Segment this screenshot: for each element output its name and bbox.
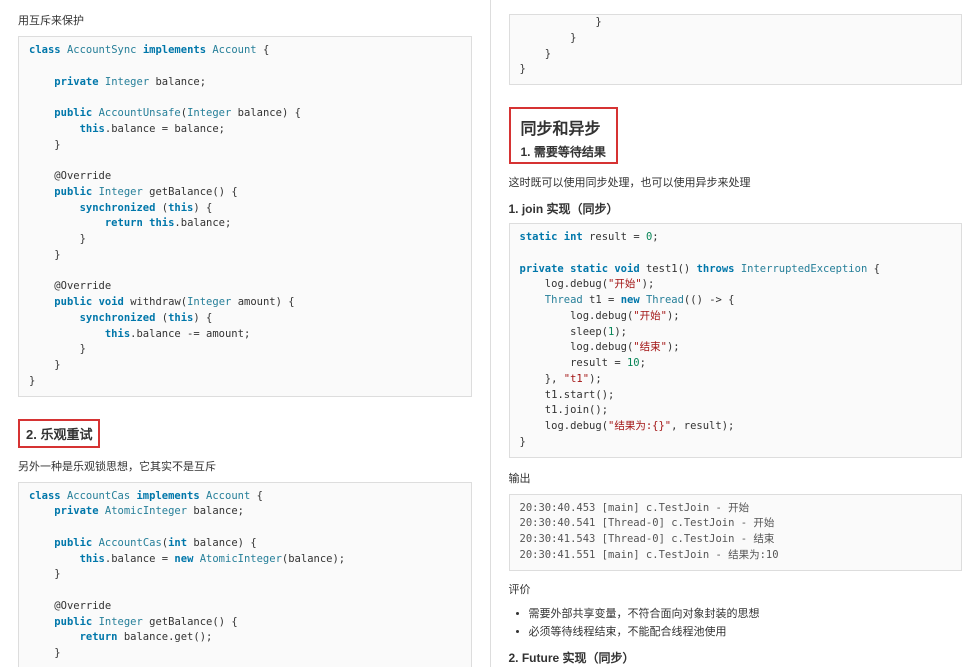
heading-box: 同步和异步 1. 需要等待结果 bbox=[509, 107, 618, 164]
right-column: } } } } 同步和异步 1. 需要等待结果 这时既可以使用同步处理，也可以使… bbox=[491, 0, 980, 667]
left-column: 用互斥来保护 class AccountSync implements Acco… bbox=[0, 0, 490, 667]
code-block-accountsync: class AccountSync implements Account { p… bbox=[18, 36, 472, 397]
desc-line: 这时既可以使用同步处理，也可以使用异步来处理 bbox=[509, 174, 963, 190]
code-block-accountcas: class AccountCas implements Account { pr… bbox=[18, 482, 472, 667]
code-block-tail: } } } } bbox=[509, 14, 963, 85]
sync-async-title: 同步和异步 bbox=[521, 115, 606, 139]
bullet-item: 必须等待线程结束，不能配合线程池使用 bbox=[529, 623, 963, 639]
code-block-join: static int result = 0; private static vo… bbox=[509, 223, 963, 458]
join-title: 1. join 实现（同步） bbox=[509, 200, 963, 217]
section-2-desc: 另外一种是乐观锁思想，它其实不是互斥 bbox=[18, 458, 472, 474]
eval-bullets: 需要外部共享变量，不符合面向对象封装的思想 必须等待线程结束，不能配合线程池使用 bbox=[509, 605, 963, 639]
output-label: 输出 bbox=[509, 470, 963, 486]
section-2-title: 2. 乐观重试 bbox=[18, 419, 100, 448]
intro-text: 用互斥来保护 bbox=[18, 12, 472, 28]
eval-label: 评价 bbox=[509, 581, 963, 597]
future-title: 2. Future 实现（同步） bbox=[509, 649, 963, 666]
bullet-item: 需要外部共享变量，不符合面向对象封装的思想 bbox=[529, 605, 963, 621]
output-block: 20:30:40.453 [main] c.TestJoin - 开始 20:3… bbox=[509, 494, 963, 571]
page-container: 用互斥来保护 class AccountSync implements Acco… bbox=[0, 0, 980, 667]
need-wait-title: 1. 需要等待结果 bbox=[521, 143, 606, 160]
